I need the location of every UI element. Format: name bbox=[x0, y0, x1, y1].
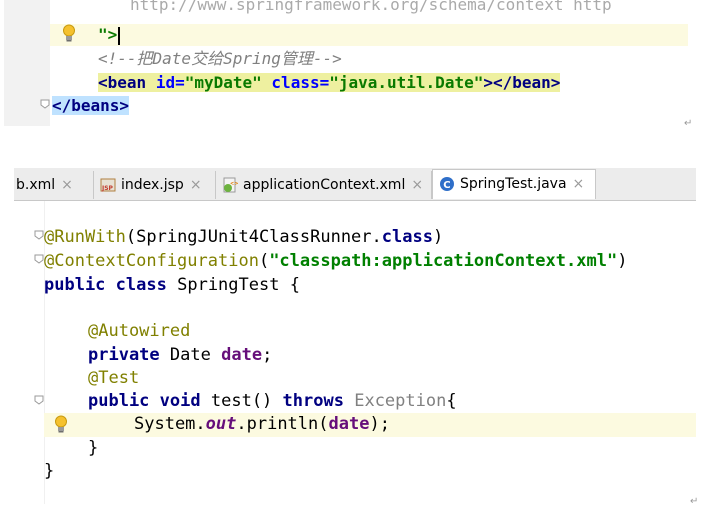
tab-spring-test-java[interactable]: C SpringTest.java × bbox=[432, 169, 596, 199]
close-icon[interactable]: × bbox=[411, 177, 423, 193]
method-close-line[interactable]: } bbox=[88, 437, 98, 459]
date-argument: date bbox=[328, 414, 370, 434]
beans-close-tag: </beans> bbox=[52, 96, 130, 115]
system-class: System. bbox=[134, 414, 206, 434]
runwith-annotation-line[interactable]: @RunWith(SpringJUnit4ClassRunner.class) bbox=[44, 226, 443, 248]
java-editor-panel[interactable]: b.xml × JSP index.jsp × <> applicationCont… bbox=[14, 168, 696, 504]
classpath-string: "classpath:applicationContext.xml" bbox=[269, 251, 618, 271]
tab-label: b.xml bbox=[16, 177, 56, 193]
fold-marker-icon[interactable] bbox=[40, 99, 50, 109]
test-annotation: @Test bbox=[88, 368, 140, 388]
text-caret bbox=[118, 26, 121, 45]
bean-id-attr: id= bbox=[155, 73, 185, 92]
brace-close: } bbox=[44, 461, 55, 481]
class-name: SpringTest { bbox=[177, 275, 300, 295]
fold-marker-icon[interactable] bbox=[34, 230, 44, 240]
println-call: .println( bbox=[236, 414, 329, 434]
lightbulb-icon[interactable] bbox=[62, 24, 76, 42]
date-field: date bbox=[221, 345, 263, 365]
private-keyword: private bbox=[88, 345, 160, 365]
xml-schema-location-line: http://www.springframework.org/schema/co… bbox=[130, 0, 612, 14]
svg-text:JSP: JSP bbox=[101, 185, 114, 192]
java-class-icon: C bbox=[440, 177, 454, 191]
bean-open-tag: <bean bbox=[98, 73, 147, 92]
bean-class-value: "java.util.Date" bbox=[329, 73, 484, 92]
tab-b-xml[interactable]: b.xml × bbox=[14, 171, 94, 199]
paren-close: ) bbox=[617, 251, 628, 271]
brace-open: { bbox=[446, 391, 457, 411]
void-keyword: void bbox=[159, 391, 201, 411]
autowired-annotation: @Autowired bbox=[88, 321, 191, 341]
xml-quote-line[interactable]: "> bbox=[98, 24, 121, 46]
bean-close-tag: ></bean> bbox=[483, 73, 561, 92]
close-icon[interactable]: × bbox=[61, 177, 73, 193]
java-editor-gutter bbox=[14, 201, 45, 504]
class-keyword: class bbox=[115, 275, 167, 295]
method-declaration-line[interactable]: public void test() throws Exception{ bbox=[88, 390, 457, 412]
brace-close: } bbox=[88, 438, 99, 458]
out-field: out bbox=[205, 414, 237, 434]
svg-text:C: C bbox=[443, 180, 450, 191]
paragraph-mark: ↵ bbox=[690, 496, 699, 507]
tab-label: index.jsp bbox=[121, 177, 184, 193]
runwith-annotation: @RunWith bbox=[44, 227, 126, 247]
paragraph-mark: ↵ bbox=[684, 118, 693, 129]
context-configuration-line[interactable]: @ContextConfiguration("classpath:applica… bbox=[44, 250, 627, 272]
context-configuration-annotation: @ContextConfiguration bbox=[44, 251, 259, 271]
tab-index-jsp[interactable]: JSP index.jsp × bbox=[94, 171, 216, 199]
runwith-args-end: ) bbox=[432, 227, 444, 247]
class-close-line[interactable]: } bbox=[44, 460, 54, 482]
tab-application-context-xml[interactable]: <> applicationContext.xml × bbox=[216, 171, 432, 199]
xml-comment-line: <!--把Date交给Spring管理--> bbox=[98, 49, 342, 68]
date-type: Date bbox=[169, 345, 211, 365]
throws-keyword: throws bbox=[282, 391, 344, 411]
tab-label: SpringTest.java bbox=[460, 176, 567, 192]
svg-text:<>: <> bbox=[230, 181, 238, 187]
editor-tab-bar: b.xml × JSP index.jsp × <> applicationCont… bbox=[14, 168, 696, 201]
autowired-line[interactable]: @Autowired bbox=[88, 320, 190, 342]
semicolon: ; bbox=[262, 345, 273, 365]
public-keyword: public bbox=[44, 275, 106, 295]
field-declaration-line[interactable]: private Date date; bbox=[88, 344, 272, 366]
bean-class-attr: class= bbox=[271, 73, 330, 92]
close-icon[interactable]: × bbox=[190, 177, 202, 193]
class-declaration-line[interactable]: public class SpringTest { bbox=[44, 274, 300, 296]
fold-marker-icon[interactable] bbox=[34, 395, 44, 405]
paren-open: ( bbox=[258, 251, 270, 271]
fold-marker-icon[interactable] bbox=[34, 254, 44, 264]
test-annotation-line[interactable]: @Test bbox=[88, 367, 139, 389]
runwith-args: (SpringJUnit4ClassRunner. bbox=[125, 227, 382, 247]
println-line[interactable]: System.out.println(date); bbox=[134, 413, 390, 435]
jsp-file-icon: JSP bbox=[100, 178, 116, 192]
xml-editor-panel[interactable]: http://www.springframework.org/schema/co… bbox=[4, 0, 688, 126]
tab-label: applicationContext.xml bbox=[243, 177, 406, 193]
spring-xml-file-icon: <> bbox=[223, 177, 238, 193]
attribute-value-end: "> bbox=[98, 25, 118, 44]
println-end: ); bbox=[369, 414, 390, 434]
class-keyword: class bbox=[381, 227, 433, 247]
current-line-highlight bbox=[50, 24, 688, 46]
beans-close-line[interactable]: </beans> bbox=[52, 95, 130, 117]
bean-definition-line[interactable]: <bean id="myDate" class="java.util.Date"… bbox=[98, 72, 561, 94]
exception-type: Exception bbox=[354, 391, 447, 411]
close-icon[interactable]: × bbox=[573, 176, 585, 192]
public-keyword: public bbox=[88, 391, 150, 411]
lightbulb-icon[interactable] bbox=[54, 415, 68, 433]
method-signature: test() bbox=[210, 391, 273, 411]
bean-id-value: "myDate" bbox=[184, 73, 262, 92]
